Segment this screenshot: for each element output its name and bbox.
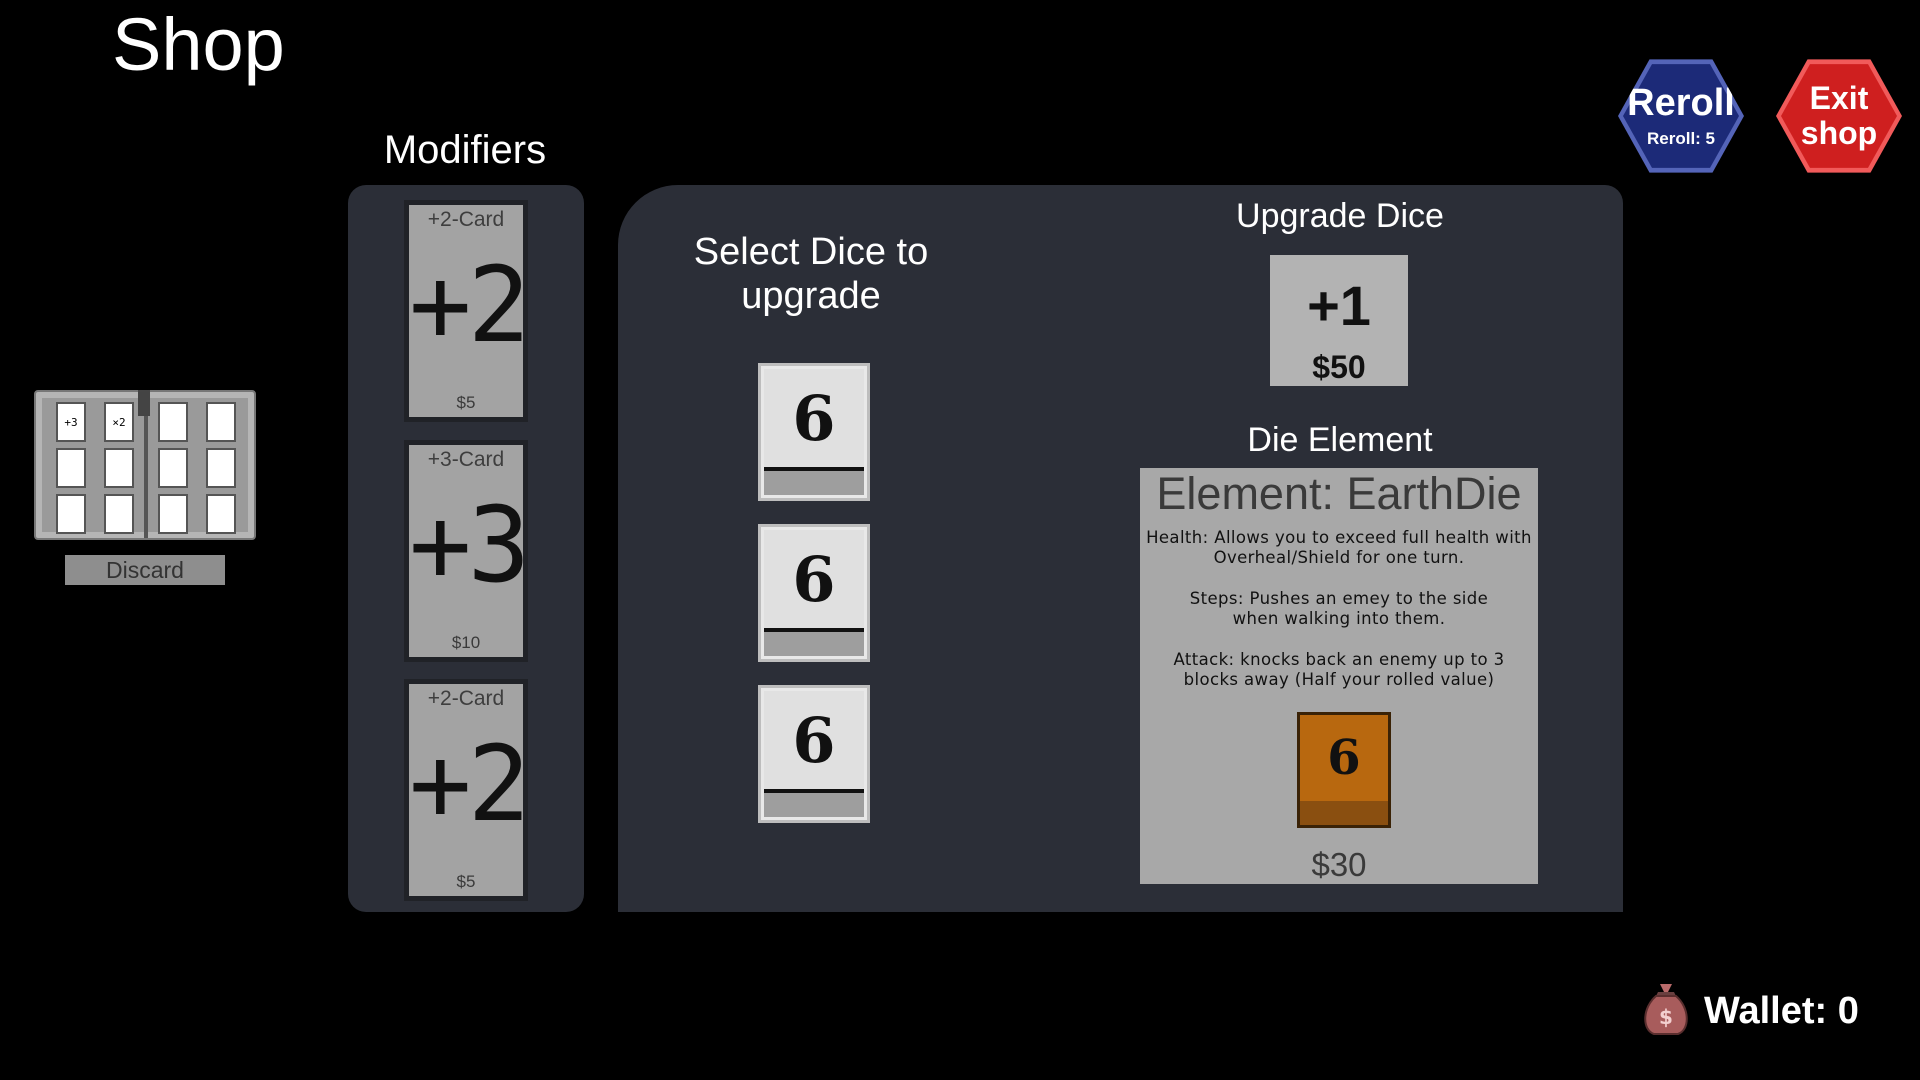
- modifier-card[interactable]: +3-Card +3 $10: [404, 440, 530, 662]
- dice-option[interactable]: 6: [758, 685, 870, 823]
- upgrade-dice-button[interactable]: +1 $50: [1270, 255, 1408, 386]
- die-element-title: Die Element: [1247, 421, 1433, 459]
- deck-slot[interactable]: [158, 402, 188, 442]
- reroll-label: Reroll: [1627, 82, 1735, 124]
- modifier-card-price: $10: [451, 633, 481, 652]
- upgrade-dice-title: Upgrade Dice: [1236, 197, 1444, 235]
- modifier-card-value: +2: [409, 723, 530, 845]
- dice-option[interactable]: 6: [758, 524, 870, 662]
- deck-slot[interactable]: [206, 448, 236, 488]
- exit-shop-button[interactable]: Exit shop: [1776, 59, 1902, 173]
- deck-book[interactable]: +3 ×2: [34, 390, 256, 540]
- deck-slot[interactable]: [206, 402, 236, 442]
- modifier-card-price: $5: [456, 393, 476, 412]
- modifier-card[interactable]: +2-Card +2 $5: [404, 679, 530, 901]
- discard-button[interactable]: Discard: [65, 555, 225, 585]
- deck-slot[interactable]: [56, 494, 86, 534]
- money-bag-icon: $: [1640, 980, 1692, 1036]
- modifier-card-title: +2-Card: [427, 208, 505, 231]
- deck-slot[interactable]: ×2: [104, 402, 134, 442]
- dice-base: [764, 471, 864, 495]
- dice-face: 6: [764, 369, 864, 471]
- modifier-card-title: +2-Card: [427, 687, 505, 710]
- deck-slot[interactable]: [206, 494, 236, 534]
- modifier-card-value: +3: [409, 484, 530, 606]
- modifier-card[interactable]: +2-Card +2 $5: [404, 200, 530, 422]
- select-dice-title: Select Dice to upgrade: [693, 231, 929, 317]
- dice-base: [764, 632, 864, 656]
- bookmark-ribbon: [138, 390, 150, 416]
- modifier-card-value: +2: [409, 244, 530, 366]
- dice-face: 6: [764, 691, 864, 793]
- modifier-card-title: +3-Card: [427, 448, 505, 471]
- deck-slot[interactable]: [56, 448, 86, 488]
- deck-slot[interactable]: +3: [56, 402, 86, 442]
- element-steps-desc: Steps: Pushes an emey to the side when w…: [1189, 589, 1489, 628]
- die-element-card[interactable]: Element: EarthDie Health: Allows you to …: [1140, 468, 1538, 884]
- deck-slot[interactable]: [104, 448, 134, 488]
- deck-slot[interactable]: [158, 448, 188, 488]
- earth-die: 6: [1297, 712, 1391, 828]
- dice-face: 6: [764, 530, 864, 632]
- exit-label-line1: Exit: [1809, 80, 1869, 116]
- dice-base: [764, 793, 864, 817]
- svg-text:$: $: [1659, 1005, 1673, 1029]
- wallet-balance: Wallet: 0: [1704, 990, 1859, 1032]
- element-attack-desc: Attack: knocks back an enemy up to 3 blo…: [1173, 650, 1505, 689]
- dice-option[interactable]: 6: [758, 363, 870, 501]
- reroll-button[interactable]: Reroll Reroll: 5: [1618, 59, 1744, 173]
- reroll-count: Reroll: 5: [1646, 129, 1716, 148]
- modifier-card-price: $5: [456, 872, 476, 891]
- earth-die-base: [1300, 801, 1388, 825]
- element-name: Element: EarthDie: [1156, 468, 1522, 519]
- element-price: $30: [1311, 846, 1367, 883]
- element-health-desc: Health: Allows you to exceed full health…: [1146, 528, 1532, 567]
- modifiers-panel: +2-Card +2 $5 +3-Card +3 $10 +2-Card +2 …: [348, 185, 584, 912]
- earth-die-face: 6: [1300, 715, 1388, 804]
- exit-label-line2: shop: [1800, 115, 1878, 151]
- upgrade-value: +1: [1307, 274, 1371, 337]
- deck-slot[interactable]: [104, 494, 134, 534]
- modifiers-title: Modifiers: [383, 128, 547, 172]
- page-title: Shop: [112, 3, 285, 86]
- upgrade-price: $50: [1312, 349, 1366, 385]
- deck-slot[interactable]: [158, 494, 188, 534]
